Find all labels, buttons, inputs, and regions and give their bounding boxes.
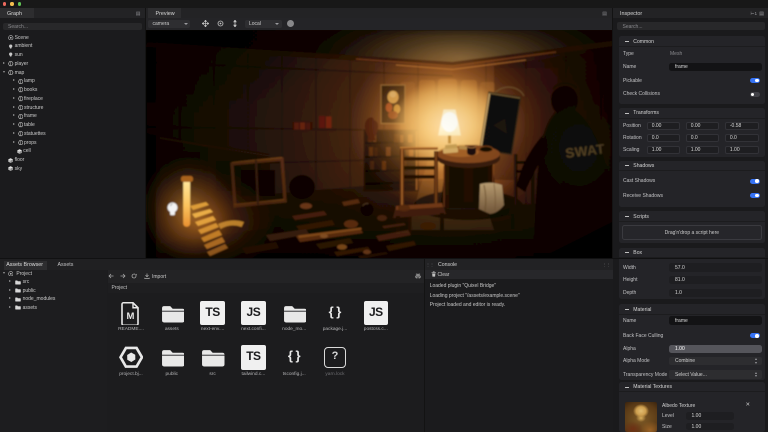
svg-text:M: M [127, 311, 135, 322]
